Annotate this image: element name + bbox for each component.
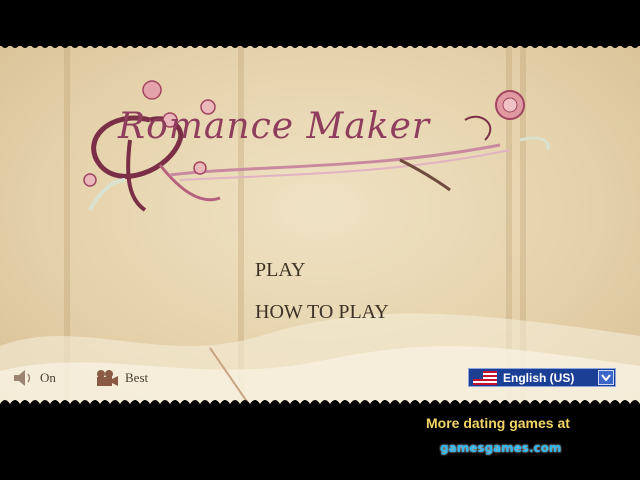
lace-border-top: [0, 40, 640, 48]
language-select[interactable]: English (US): [468, 368, 616, 387]
quality-label: Best: [125, 370, 149, 385]
chevron-down-icon[interactable]: [598, 370, 614, 385]
game-screen: Romance Maker PLAY HOW TO PLAY On Best E…: [0, 0, 640, 480]
gamesgames-logo-link[interactable]: gamesgames.com: [440, 441, 561, 455]
camera-icon: [97, 370, 118, 386]
sound-toggle[interactable]: On: [12, 367, 56, 389]
romance-maker-logo-art: [83, 80, 550, 212]
more-games-link[interactable]: More dating games at: [426, 415, 570, 431]
how-to-play-button[interactable]: HOW TO PLAY: [255, 301, 389, 324]
game-title-logo: Romance Maker: [118, 106, 431, 147]
play-button[interactable]: PLAY: [255, 259, 305, 282]
us-flag-icon: [473, 370, 497, 385]
language-label: English (US): [503, 370, 575, 385]
quality-toggle[interactable]: Best: [95, 367, 148, 389]
speaker-icon: [14, 370, 31, 386]
lace-border-bottom: [0, 400, 640, 408]
sound-label: On: [40, 370, 56, 385]
